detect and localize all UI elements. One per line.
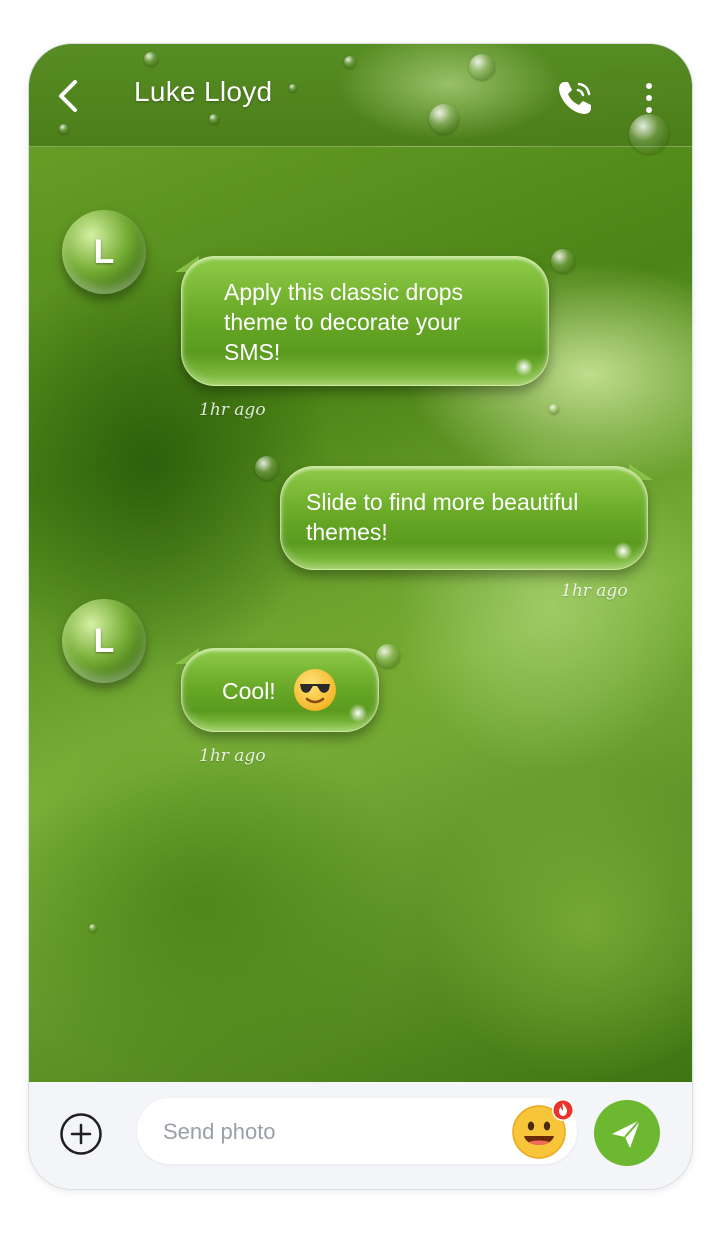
water-drop bbox=[344, 56, 356, 68]
message-bubble-incoming[interactable]: Cool! bbox=[181, 648, 379, 732]
app-header: Luke Lloyd bbox=[29, 44, 692, 154]
chevron-left-icon bbox=[59, 80, 77, 112]
message-composer bbox=[29, 1082, 692, 1189]
water-drop bbox=[209, 114, 219, 124]
contact-name[interactable]: Luke Lloyd bbox=[134, 76, 272, 108]
bubble-highlight bbox=[514, 357, 534, 377]
water-drop bbox=[255, 456, 279, 480]
send-icon bbox=[612, 1119, 641, 1148]
message-bubble-outgoing[interactable]: Slide to find more beautiful themes! bbox=[280, 466, 648, 570]
fire-icon bbox=[552, 1099, 574, 1121]
emoji-button[interactable] bbox=[511, 1099, 574, 1160]
avatar[interactable]: L bbox=[62, 599, 146, 683]
water-drop bbox=[376, 644, 400, 668]
call-button[interactable] bbox=[555, 78, 595, 118]
water-drop bbox=[469, 54, 495, 80]
water-drop bbox=[549, 404, 559, 414]
water-drop bbox=[629, 114, 669, 154]
more-vertical-icon bbox=[646, 83, 652, 113]
water-drop bbox=[144, 52, 158, 66]
sunglasses-face-emoji bbox=[294, 669, 336, 711]
water-drop bbox=[89, 924, 97, 932]
message-text: Slide to find more beautiful themes! bbox=[306, 489, 579, 545]
water-drop bbox=[429, 104, 459, 134]
message-bubble-incoming[interactable]: Apply this classic drops theme to decora… bbox=[181, 256, 549, 386]
water-drop bbox=[551, 249, 575, 273]
attach-button[interactable] bbox=[59, 1112, 103, 1156]
message-text: Cool! bbox=[222, 678, 276, 704]
message-timestamp: 1hr ago bbox=[199, 746, 266, 766]
message-timestamp: 1hr ago bbox=[561, 581, 628, 601]
plus-circle-icon bbox=[60, 1113, 102, 1155]
phone-frame: Luke Lloyd L Apply this classic drops th… bbox=[28, 43, 693, 1190]
avatar[interactable]: L bbox=[62, 210, 146, 294]
water-drop bbox=[289, 84, 297, 92]
more-options-button[interactable] bbox=[639, 78, 659, 118]
back-button[interactable] bbox=[51, 74, 87, 118]
message-text: Apply this classic drops theme to decora… bbox=[224, 279, 464, 365]
bubble-highlight bbox=[613, 541, 633, 561]
send-button[interactable] bbox=[594, 1100, 660, 1166]
message-input[interactable] bbox=[161, 1114, 485, 1150]
water-drop bbox=[59, 124, 69, 134]
message-timestamp: 1hr ago bbox=[199, 400, 266, 420]
bubble-highlight bbox=[348, 703, 368, 723]
phone-icon bbox=[559, 82, 591, 114]
